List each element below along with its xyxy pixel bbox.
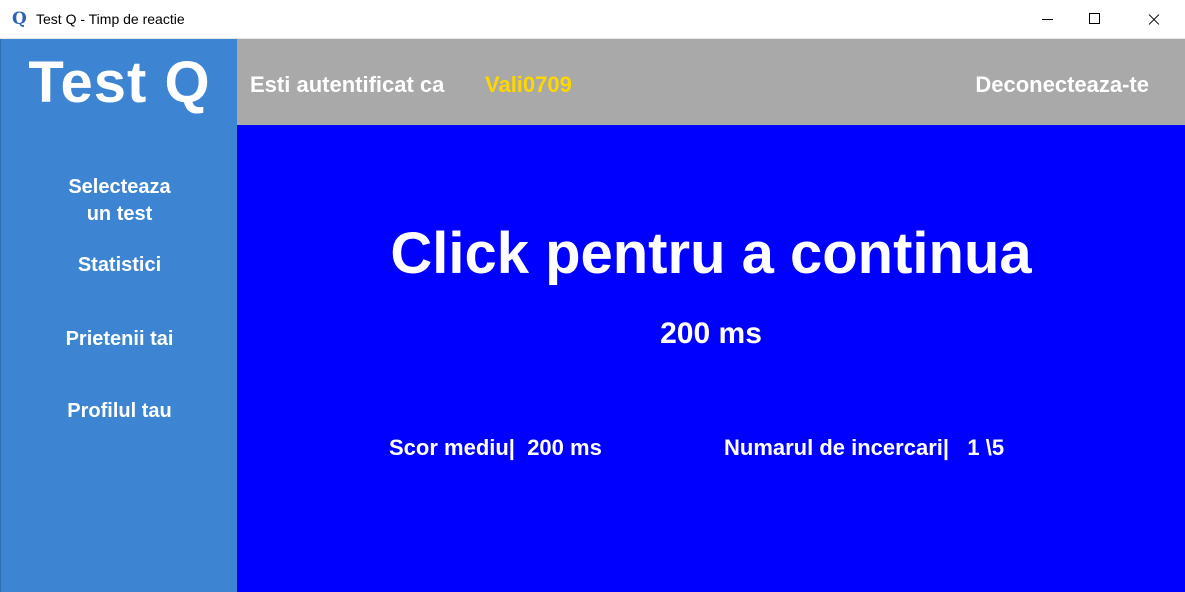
sidebar-item-label: un test bbox=[86, 203, 153, 225]
continue-prompt: Click pentru a continua bbox=[390, 221, 1032, 286]
sidebar-item-profile[interactable]: Profilul tau bbox=[1, 398, 238, 425]
close-button[interactable] bbox=[1131, 0, 1177, 38]
sidebar-item-label: Selecteaza bbox=[68, 176, 171, 198]
minimize-button[interactable] bbox=[1024, 0, 1070, 38]
auth-label: Esti autentificat ca bbox=[250, 72, 445, 97]
window-titlebar: Q Test Q - Timp de reactie bbox=[0, 0, 1185, 39]
maximize-button[interactable] bbox=[1071, 0, 1117, 38]
username: Vali0709 bbox=[485, 72, 572, 97]
reaction-test-area[interactable]: Click pentru a continua 200 ms Scor medi… bbox=[237, 125, 1185, 592]
attempt-count: Numarul de incercari| 1 \5 bbox=[724, 435, 1005, 460]
sidebar-item-select-test[interactable]: Selecteaza un test bbox=[1, 174, 238, 228]
window-title: Test Q - Timp de reactie bbox=[36, 11, 185, 27]
sidebar-item-statistics[interactable]: Statistici bbox=[1, 252, 238, 279]
app-icon: Q bbox=[12, 9, 27, 29]
average-score: Scor mediu| 200 ms bbox=[389, 435, 602, 460]
app-logo: Test Q bbox=[28, 50, 211, 115]
reaction-time-result: 200 ms bbox=[660, 317, 762, 350]
top-bar: Esti autentificat ca Vali0709 Deconectea… bbox=[237, 39, 1185, 125]
logout-button[interactable]: Deconecteaza-te bbox=[975, 72, 1149, 98]
sidebar: Test Q Selecteaza un test Statistici Pri… bbox=[0, 39, 237, 592]
sidebar-item-friends[interactable]: Prietenii tai bbox=[1, 326, 238, 353]
